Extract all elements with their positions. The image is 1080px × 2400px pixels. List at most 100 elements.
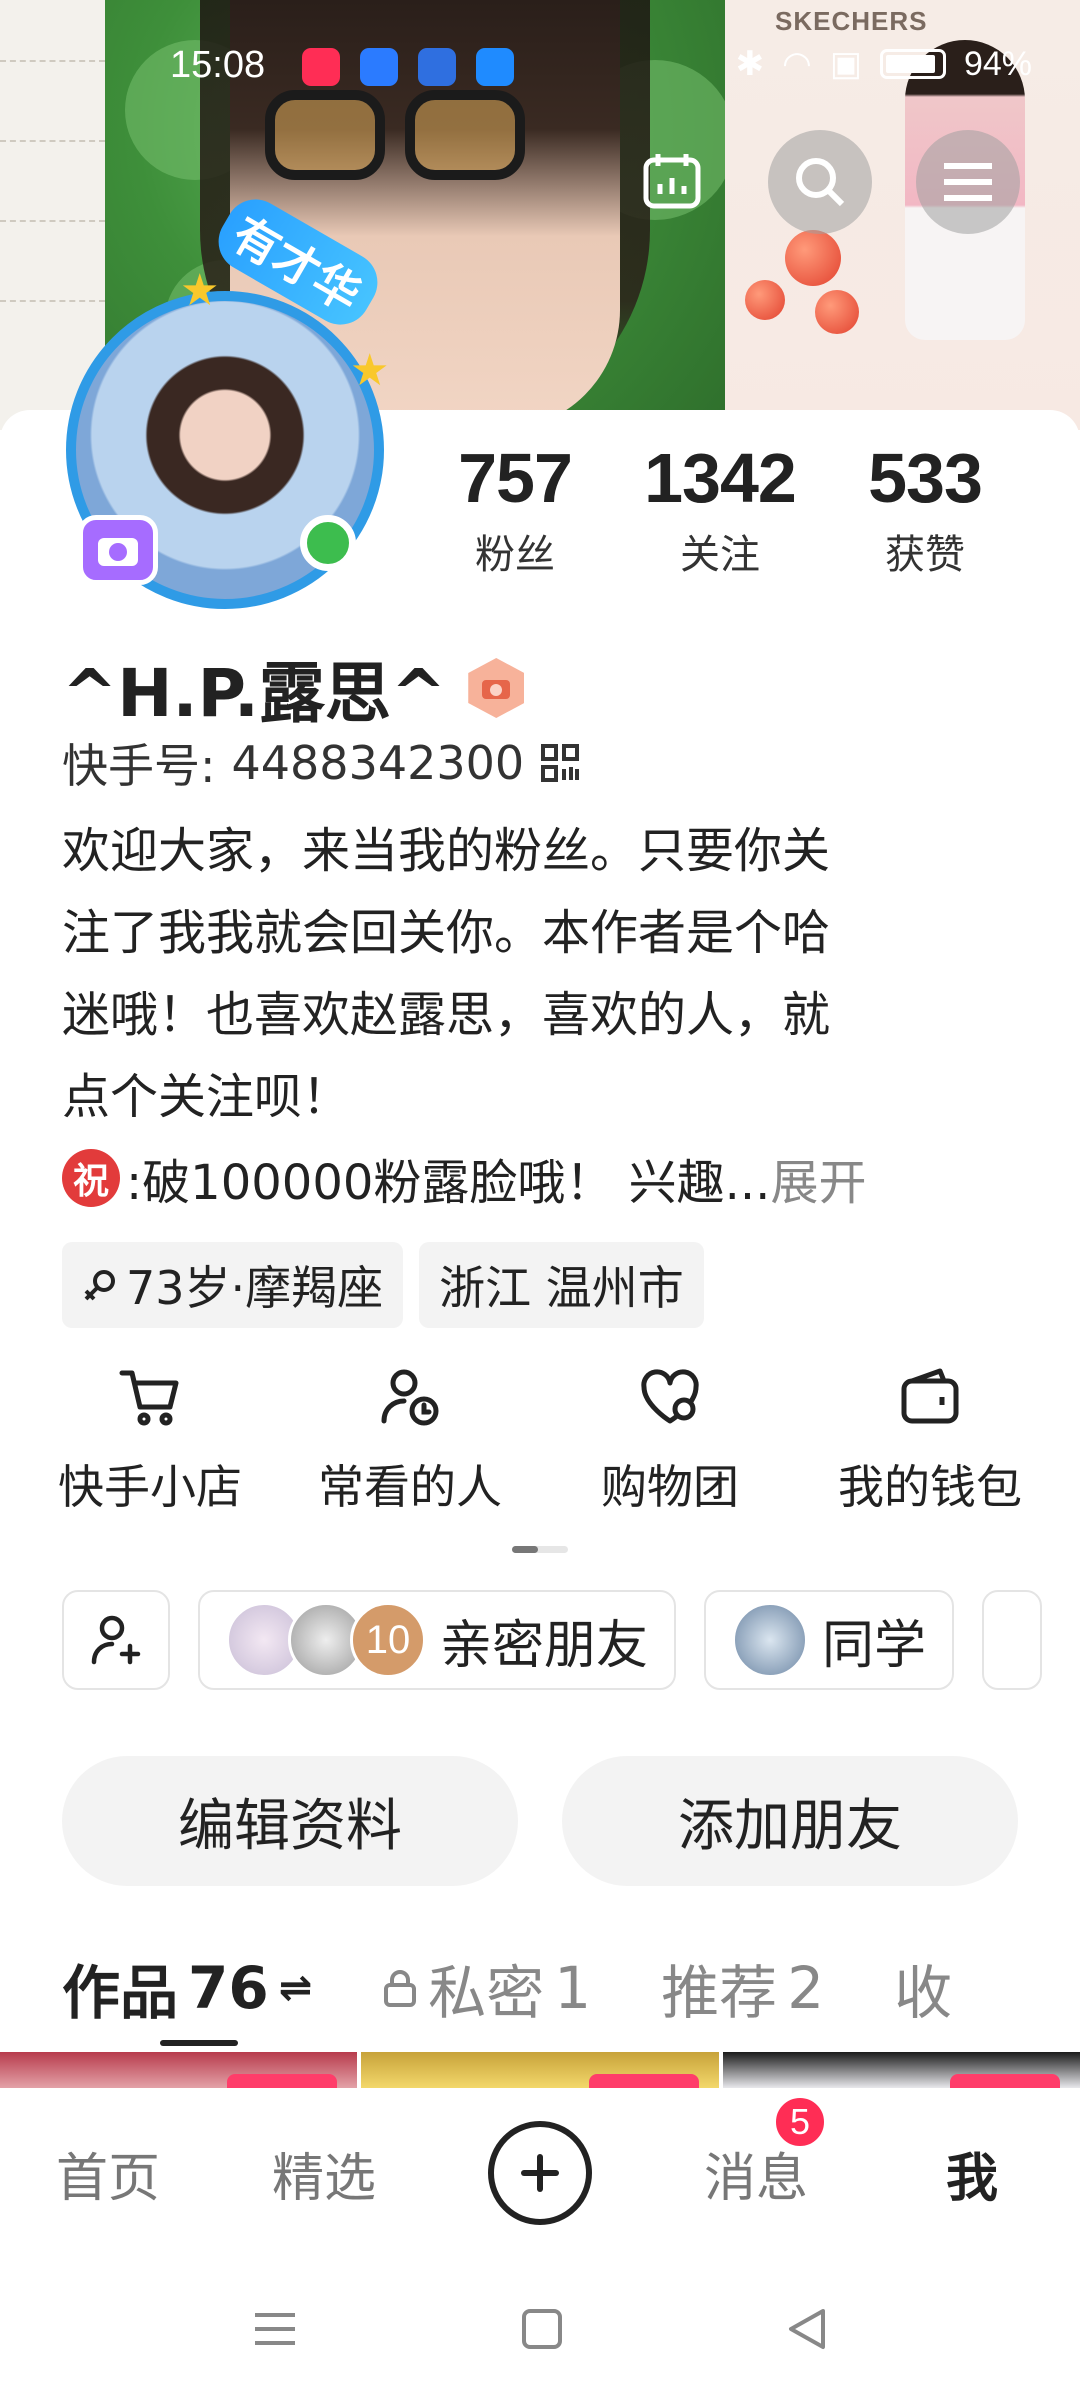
heart-group-icon: [641, 1369, 699, 1424]
followers-label: 粉丝: [475, 532, 555, 578]
profile-actions: 编辑资料 添加朋友: [62, 1756, 1018, 1886]
nav-featured[interactable]: 精选: [216, 2136, 432, 2211]
tab-works-label: 作品: [62, 1959, 179, 2027]
shortcut-wallet[interactable]: 我的钱包: [810, 1365, 1050, 1517]
works-grid: [0, 2052, 1080, 2088]
nav-messages[interactable]: 消息 5: [648, 2093, 864, 2211]
close-friends-label: 亲密朋友: [440, 1615, 649, 1676]
avatar[interactable]: 有才华 ★ ★: [60, 188, 390, 615]
wifi-icon: ◠: [782, 45, 812, 83]
bio-last-text: :破100000粉露脸哦！ 兴趣...: [126, 1155, 771, 1211]
profile-tags: 73岁·摩羯座 浙江 温州市: [62, 1242, 704, 1328]
gender-icon: [84, 1270, 115, 1301]
home-icon[interactable]: [520, 2307, 564, 2351]
friend-chips: 10 亲密朋友 同学: [62, 1590, 1043, 1690]
add-person-icon: [91, 1615, 141, 1665]
user-id-row[interactable]: 快手号: 4488342300: [62, 730, 580, 796]
shortcut-shop-label: 快手小店: [58, 1460, 242, 1514]
tab-recommend-count: 2: [787, 1954, 825, 2022]
more-chip[interactable]: [982, 1590, 1043, 1690]
tab-private-label: 私密: [428, 1959, 545, 2027]
user-id-value: 4488342300: [231, 736, 525, 790]
poster-fruit: [815, 290, 859, 334]
nav-home[interactable]: 首页: [0, 2136, 216, 2211]
bottom-nav: 首页 精选 消息 5 我: [0, 2088, 1080, 2258]
work-thumbnail[interactable]: [361, 2052, 719, 2088]
shortcut-frequent-people[interactable]: 常看的人: [290, 1365, 530, 1517]
pinned-badge: [949, 2074, 1060, 2088]
baidu-app-icon: [418, 48, 456, 86]
star-icon: ★: [350, 345, 390, 396]
tab-works[interactable]: 作品 76 ⇌: [62, 1948, 312, 2028]
tab-recommend[interactable]: 推荐 2: [661, 1948, 824, 2028]
shortcut-shop[interactable]: 快手小店: [30, 1365, 270, 1517]
files-app-icon: [360, 48, 398, 86]
bio-last-line: 祝 :破100000粉露脸哦！ 兴趣... 展开: [62, 1143, 1022, 1213]
followers-stat[interactable]: 757 粉丝: [420, 438, 610, 580]
shortcut-row: 快手小店 常看的人 购物团 我的钱包: [30, 1365, 1050, 1517]
tab-recommend-label: 推荐: [661, 1959, 778, 2027]
messages-badge: 5: [772, 2093, 828, 2150]
location-tag[interactable]: 浙江 温州市: [419, 1242, 704, 1328]
mini-avatar: [732, 1602, 809, 1678]
active-tab-indicator: [160, 2040, 238, 2046]
pinned-badge: [588, 2074, 699, 2088]
back-icon[interactable]: [785, 2307, 829, 2351]
system-nav-bar: [0, 2258, 1080, 2400]
age-tag-label: 73岁·摩羯座: [126, 1261, 384, 1315]
tab-private[interactable]: 私密 1: [382, 1948, 591, 2028]
tab-private-count: 1: [554, 1954, 592, 2022]
sort-toggle-icon[interactable]: ⇌: [279, 1965, 313, 2011]
qr-code-icon: [541, 744, 580, 782]
shortcut-frequent-people-label: 常看的人: [318, 1460, 502, 1514]
profile-name-row: ^H.P.露思^: [62, 640, 525, 736]
shortcut-wallet-label: 我的钱包: [838, 1460, 1022, 1514]
following-label: 关注: [680, 532, 760, 578]
poster-fruit: [785, 230, 841, 286]
search-button[interactable]: [768, 130, 872, 234]
battery-icon: [879, 49, 946, 79]
person-clock-icon: [381, 1369, 439, 1426]
edit-profile-button[interactable]: 编辑资料: [62, 1756, 518, 1886]
status-time: 15:08: [170, 44, 266, 86]
bio-line: 欢迎大家，来当我的粉丝。只要你关: [62, 823, 831, 879]
age-tag[interactable]: 73岁·摩羯座: [62, 1242, 404, 1328]
nav-create[interactable]: [432, 2121, 648, 2225]
work-thumbnail[interactable]: [722, 2052, 1080, 2088]
nav-messages-label: 消息: [703, 2148, 808, 2209]
shortcut-shopping-group-label: 购物团: [601, 1460, 739, 1514]
close-friends-chip[interactable]: 10 亲密朋友: [198, 1590, 677, 1690]
status-bar: 15:08 ✱ ◠ ▣ 94%: [0, 0, 1080, 140]
plus-icon: [521, 2154, 559, 2192]
menu-button[interactable]: [916, 130, 1020, 234]
camera-icon[interactable]: [78, 515, 158, 585]
content-tabs: 作品 76 ⇌ 私密 1 推荐 2 收: [62, 1948, 1080, 2028]
creator-badge-icon[interactable]: [468, 658, 525, 718]
add-friend-button[interactable]: 添加朋友: [562, 1756, 1018, 1886]
poster-fruit: [745, 280, 785, 320]
recents-icon[interactable]: [251, 2309, 299, 2349]
location-tag-label: 浙江 温州市: [439, 1261, 684, 1315]
shortcut-shopping-group[interactable]: 购物团: [550, 1365, 790, 1517]
tab-collect[interactable]: 收: [894, 1948, 952, 2028]
create-button[interactable]: [488, 2121, 592, 2225]
work-thumbnail[interactable]: [0, 2052, 358, 2088]
music-app-icon: [302, 48, 340, 86]
classmates-chip[interactable]: 同学: [704, 1590, 955, 1690]
star-icon: ★: [180, 265, 220, 316]
tab-collect-label: 收: [894, 1959, 953, 2027]
nav-me[interactable]: 我: [864, 2136, 1080, 2211]
lock-icon: [384, 1970, 417, 2007]
bio-line: 注了我我就会回关你。本作者是个哈: [62, 905, 831, 961]
search-icon: [796, 158, 845, 207]
likes-stat[interactable]: 533 获赞: [830, 438, 1020, 580]
calendar-button[interactable]: [620, 130, 724, 234]
expand-bio-link[interactable]: 展开: [770, 1143, 866, 1213]
no-sim-icon: ▣: [829, 45, 862, 83]
shortcut-page-indicator: [512, 1546, 568, 1553]
congrats-emoji-icon: 祝: [62, 1149, 120, 1207]
followers-count: 757: [458, 439, 573, 517]
feishu-app-icon: [476, 48, 514, 86]
following-stat[interactable]: 1342 关注: [625, 438, 815, 580]
add-friend-chip[interactable]: [62, 1590, 170, 1690]
